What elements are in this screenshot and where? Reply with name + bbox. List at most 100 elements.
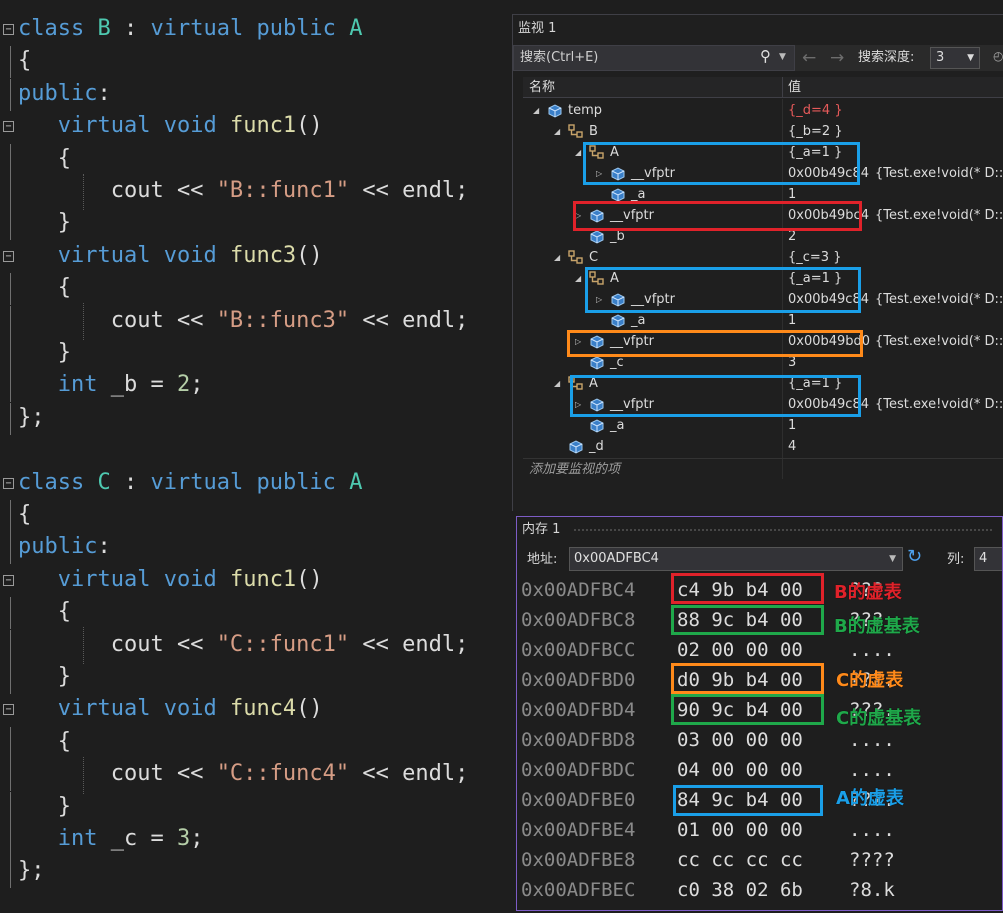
watch-row[interactable]: ◢ temp {_d=4 } xyxy=(523,100,1003,121)
code-token: { xyxy=(18,502,32,527)
code-token: public xyxy=(256,469,336,495)
field-icon xyxy=(589,397,605,412)
watch-row[interactable]: ▷ __vfptr 0x00b49c84 {Test.exe!void(* D::`v… xyxy=(523,163,1003,184)
search-icon[interactable]: ⚲ xyxy=(760,47,771,65)
search-next-arrow-icon[interactable]: → xyxy=(830,45,844,71)
indent-guide-line xyxy=(83,303,84,340)
watch-row[interactable]: ▷ __vfptr 0x00b49c84 {Test.exe!void(* D::`v… xyxy=(523,394,1003,415)
refresh-icon[interactable]: ↻ xyxy=(907,546,922,567)
memory-row[interactable]: 0x00ADFBD8 03 00 00 00.... xyxy=(521,725,1001,755)
address-input[interactable]: 0x00ADFBC4 ▼ xyxy=(569,547,903,571)
watch-row[interactable]: ◢ B {_b=2 } xyxy=(523,121,1003,142)
code-editor[interactable]: − class B : virtual public A{public: − vir… xyxy=(0,0,515,913)
panel-drag-grip[interactable] xyxy=(573,528,993,532)
address-label: 地址: xyxy=(527,552,558,567)
watch-row[interactable]: _d 4 xyxy=(523,436,1003,457)
watch-row[interactable]: _b 2 xyxy=(523,226,1003,247)
memory-row[interactable]: 0x00ADFBCC 02 00 00 00.... xyxy=(521,635,1001,665)
collapsed-triangle-icon[interactable]: ▷ xyxy=(575,205,581,226)
code-token: 3 xyxy=(177,826,191,851)
collapsed-triangle-icon[interactable]: ▷ xyxy=(575,331,581,352)
watch-row[interactable]: _a 1 xyxy=(523,310,1003,331)
code-token: = xyxy=(137,372,177,398)
watch-row[interactable]: ◢ A {_a=1 } xyxy=(523,142,1003,163)
watch-row[interactable]: _a 1 xyxy=(523,415,1003,436)
column-select[interactable]: 4 xyxy=(974,547,1002,571)
watch-row[interactable]: ▷ __vfptr 0x00b49c84 {Test.exe!void(* D::`v… xyxy=(523,289,1003,310)
expanded-triangle-icon[interactable]: ◢ xyxy=(575,142,581,163)
expanded-triangle-icon[interactable]: ◢ xyxy=(554,247,560,268)
watch-row[interactable]: ◢ A {_a=1 } xyxy=(523,373,1003,394)
memory-bytes: 01 00 00 00 xyxy=(677,819,803,841)
code-line: }; xyxy=(0,402,515,435)
memory-address: 0x00ADFBD4 xyxy=(521,699,636,721)
expanded-triangle-icon[interactable]: ◢ xyxy=(575,268,581,289)
code-token: : xyxy=(97,534,111,560)
fold-guide-line xyxy=(10,726,11,759)
fold-guide-line xyxy=(10,273,11,306)
pin-icon[interactable]: ◴ xyxy=(993,49,1003,63)
add-watch-item[interactable]: 添加要监视的项 xyxy=(523,458,1003,479)
watch-row[interactable]: ▷ __vfptr 0x00b49bc4 {Test.exe!void(* D::`v… xyxy=(523,205,1003,226)
watch-row-value: 0x00b49c84 xyxy=(788,292,869,307)
column-divider[interactable] xyxy=(782,77,783,98)
watch-col-name[interactable]: 名称 xyxy=(529,77,555,98)
expanded-triangle-icon[interactable]: ◢ xyxy=(554,121,560,142)
memory-row[interactable]: 0x00ADFBD0 d0 9b b4 00???. xyxy=(521,665,1001,695)
code-token: ; xyxy=(455,178,469,203)
memory-row[interactable]: 0x00ADFBE4 01 00 00 00.... xyxy=(521,815,1001,845)
memory-row[interactable]: 0x00ADFBE8 cc cc cc cc???? xyxy=(521,845,1001,875)
memory-row[interactable]: 0x00ADFBD4 90 9c b4 00???. xyxy=(521,695,1001,725)
code-token: endl xyxy=(402,178,456,203)
watch-row-value: 0x00b49bc4 xyxy=(788,208,869,223)
fold-toggle-icon[interactable]: − xyxy=(3,704,14,716)
search-depth-select[interactable]: 3 ▼ xyxy=(930,47,980,69)
expanded-triangle-icon[interactable]: ◢ xyxy=(554,373,560,394)
watch-row[interactable]: ▷ __vfptr 0x00b49bd0 {Test.exe!void(* D::`v… xyxy=(523,331,1003,352)
watch-row-value-detail: {Test.exe!void(* D::`vft xyxy=(875,208,1003,223)
collapsed-triangle-icon[interactable]: ▷ xyxy=(596,289,602,310)
fold-toggle-icon[interactable]: − xyxy=(3,250,14,262)
watch-row[interactable]: _a 1 xyxy=(523,184,1003,205)
search-options-chevron-icon[interactable]: ▼ xyxy=(779,45,786,69)
code-token: { xyxy=(18,728,71,754)
code-token: { xyxy=(18,599,71,625)
field-icon xyxy=(610,187,626,202)
memory-bytes: 84 9c b4 00 xyxy=(677,789,803,811)
memory-row[interactable]: 0x00ADFBE0 84 9c b4 00???. xyxy=(521,785,1001,815)
label-a-vtable: A的虚表 xyxy=(836,788,904,809)
collapsed-triangle-icon[interactable]: ▷ xyxy=(575,394,581,415)
fold-guide-line xyxy=(10,402,11,435)
code-token: cout xyxy=(110,307,164,333)
code-text: cout << "C::func1" << endl; xyxy=(18,630,469,660)
fold-toggle-icon[interactable]: − xyxy=(3,121,14,133)
code-token: ; xyxy=(190,372,204,398)
watch-row[interactable]: ◢ A {_a=1 } xyxy=(523,268,1003,289)
fold-toggle-icon[interactable]: − xyxy=(3,477,14,489)
watch-row[interactable]: ◢ C {_c=3 } xyxy=(523,247,1003,268)
code-text: { xyxy=(18,273,71,303)
watch-row-value: 2 xyxy=(788,229,797,244)
watch-row[interactable]: _c 3 xyxy=(523,352,1003,373)
expanded-triangle-icon[interactable]: ◢ xyxy=(533,100,539,121)
code-text: int _b = 2; xyxy=(18,370,204,400)
memory-row[interactable]: 0x00ADFBEC c0 38 02 6b ?8.k xyxy=(521,875,1001,905)
memory-row[interactable]: 0x00ADFBC8 88 9c b4 00???. xyxy=(521,605,1001,635)
code-token: endl xyxy=(402,761,456,787)
watch-search-input[interactable]: 搜索(Ctrl+E) xyxy=(513,45,795,71)
memory-row[interactable]: 0x00ADFBC4 c4 9b b4 00???. xyxy=(521,575,1001,605)
watch-col-value[interactable]: 值 xyxy=(788,77,801,98)
code-token: C xyxy=(97,469,111,495)
fold-toggle-icon[interactable]: − xyxy=(3,24,14,35)
fold-toggle-icon[interactable]: − xyxy=(3,574,14,586)
search-previous-arrow-icon[interactable]: ← xyxy=(802,45,816,71)
memory-row[interactable]: 0x00ADFBDC 04 00 00 00.... xyxy=(521,755,1001,785)
collapsed-triangle-icon[interactable]: ▷ xyxy=(596,163,602,184)
